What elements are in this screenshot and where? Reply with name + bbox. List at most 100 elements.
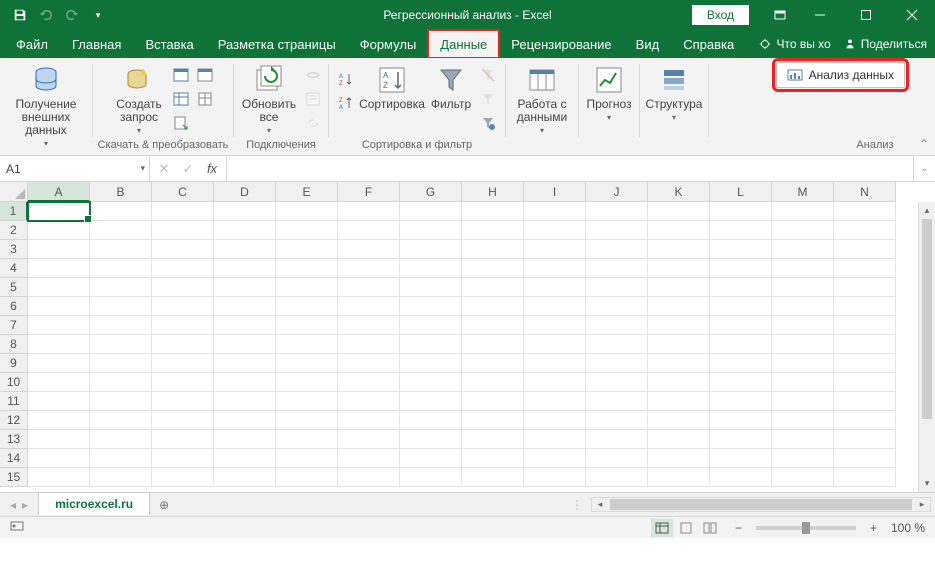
- cell[interactable]: [214, 392, 276, 411]
- cell[interactable]: [276, 468, 338, 487]
- cell[interactable]: [276, 240, 338, 259]
- tab-data[interactable]: Данные: [428, 30, 499, 58]
- cell[interactable]: [276, 278, 338, 297]
- cell[interactable]: [772, 297, 834, 316]
- sort-asc-icon[interactable]: AZ: [335, 68, 357, 90]
- cell[interactable]: [90, 354, 152, 373]
- column-header[interactable]: J: [586, 182, 648, 202]
- cell[interactable]: [28, 259, 90, 278]
- cell[interactable]: [338, 411, 400, 430]
- cell[interactable]: [214, 373, 276, 392]
- cell[interactable]: [28, 411, 90, 430]
- cell[interactable]: [710, 449, 772, 468]
- cell[interactable]: [90, 240, 152, 259]
- cell[interactable]: [152, 468, 214, 487]
- cell[interactable]: [152, 411, 214, 430]
- cell[interactable]: [710, 259, 772, 278]
- cell[interactable]: [28, 392, 90, 411]
- cell[interactable]: [338, 259, 400, 278]
- row-header[interactable]: 5: [0, 278, 28, 297]
- refresh-all-button[interactable]: Обновить все ▾: [238, 62, 300, 135]
- row-header[interactable]: 14: [0, 449, 28, 468]
- row-header[interactable]: 6: [0, 297, 28, 316]
- cell[interactable]: [276, 373, 338, 392]
- cell[interactable]: [400, 240, 462, 259]
- cell[interactable]: [586, 202, 648, 221]
- cell[interactable]: [648, 221, 710, 240]
- column-header[interactable]: A: [28, 182, 90, 202]
- cell[interactable]: [462, 316, 524, 335]
- cell[interactable]: [772, 354, 834, 373]
- cell[interactable]: [772, 335, 834, 354]
- zoom-slider[interactable]: [756, 526, 856, 530]
- cell[interactable]: [28, 335, 90, 354]
- scroll-right-icon[interactable]: ▸: [914, 499, 930, 510]
- cell[interactable]: [90, 221, 152, 240]
- from-web-icon[interactable]: [194, 64, 216, 86]
- cell[interactable]: [276, 202, 338, 221]
- signin-button[interactable]: Вход: [692, 5, 749, 25]
- row-header[interactable]: 2: [0, 221, 28, 240]
- insert-function-icon[interactable]: fx: [202, 161, 222, 176]
- cell[interactable]: [90, 335, 152, 354]
- qat-customize-icon[interactable]: ▾: [86, 3, 110, 27]
- properties-icon[interactable]: [302, 88, 324, 110]
- cell[interactable]: [214, 240, 276, 259]
- cell[interactable]: [28, 449, 90, 468]
- column-header[interactable]: L: [710, 182, 772, 202]
- forecast-button[interactable]: Прогноз ▾: [582, 62, 636, 122]
- cell[interactable]: [462, 430, 524, 449]
- cell[interactable]: [28, 354, 90, 373]
- collapse-ribbon-icon[interactable]: ⌃: [919, 137, 929, 151]
- cell[interactable]: [400, 354, 462, 373]
- row-header[interactable]: 11: [0, 392, 28, 411]
- cell[interactable]: [152, 430, 214, 449]
- cell[interactable]: [524, 335, 586, 354]
- cell[interactable]: [834, 259, 896, 278]
- cell[interactable]: [462, 278, 524, 297]
- cell[interactable]: [834, 316, 896, 335]
- tab-formulas[interactable]: Формулы: [348, 30, 429, 58]
- connections-icon[interactable]: [302, 64, 324, 86]
- reapply-filter-icon[interactable]: [477, 88, 499, 110]
- cell[interactable]: [586, 449, 648, 468]
- cell[interactable]: [524, 449, 586, 468]
- column-header[interactable]: K: [648, 182, 710, 202]
- select-all-button[interactable]: [0, 182, 28, 202]
- cell[interactable]: [90, 449, 152, 468]
- cell[interactable]: [586, 354, 648, 373]
- scroll-down-icon[interactable]: ▾: [919, 475, 935, 492]
- row-header[interactable]: 1: [0, 202, 28, 221]
- cell[interactable]: [834, 202, 896, 221]
- cell[interactable]: [338, 297, 400, 316]
- cell[interactable]: [90, 430, 152, 449]
- cell[interactable]: [462, 449, 524, 468]
- cell[interactable]: [586, 240, 648, 259]
- from-table-icon[interactable]: [170, 88, 192, 110]
- cell[interactable]: [214, 354, 276, 373]
- cell[interactable]: [90, 202, 152, 221]
- cell[interactable]: [276, 354, 338, 373]
- cell[interactable]: [338, 373, 400, 392]
- cell[interactable]: [586, 297, 648, 316]
- cell[interactable]: [214, 335, 276, 354]
- cell[interactable]: [152, 297, 214, 316]
- cell[interactable]: [90, 373, 152, 392]
- formula-bar-input[interactable]: [227, 156, 913, 181]
- tab-review[interactable]: Рецензирование: [499, 30, 623, 58]
- cell[interactable]: [152, 278, 214, 297]
- cell[interactable]: [586, 430, 648, 449]
- cell[interactable]: [462, 297, 524, 316]
- tab-home[interactable]: Главная: [60, 30, 133, 58]
- cell[interactable]: [586, 335, 648, 354]
- cell[interactable]: [524, 240, 586, 259]
- cell[interactable]: [834, 221, 896, 240]
- cell[interactable]: [586, 316, 648, 335]
- maximize-icon[interactable]: [843, 0, 889, 30]
- cell[interactable]: [834, 468, 896, 487]
- new-query-button[interactable]: Создать запрос ▾: [110, 62, 168, 135]
- tell-me[interactable]: Что вы хо: [758, 37, 830, 51]
- cell[interactable]: [834, 449, 896, 468]
- cell[interactable]: [338, 316, 400, 335]
- row-header[interactable]: 7: [0, 316, 28, 335]
